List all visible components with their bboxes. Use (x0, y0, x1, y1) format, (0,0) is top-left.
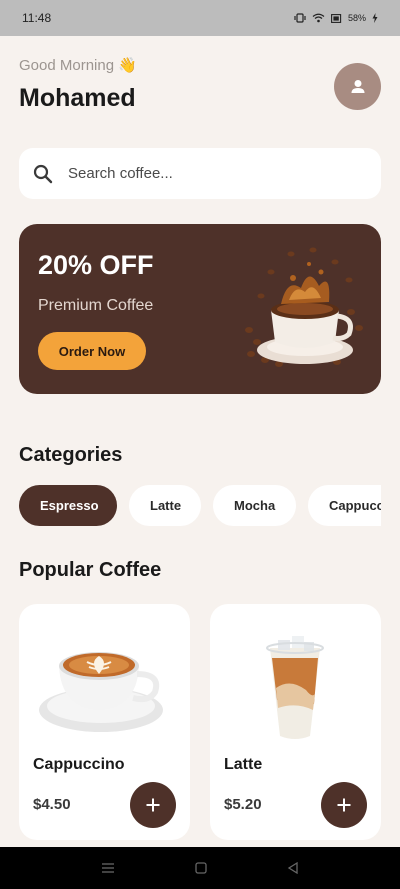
battery-percent: 58% (347, 13, 366, 23)
promo-subtitle: Premium Coffee (38, 297, 154, 314)
order-now-button[interactable]: Order Now (38, 332, 146, 370)
add-to-cart-button[interactable] (321, 782, 367, 828)
category-chip-cappuccino[interactable]: Cappuccino (308, 485, 381, 526)
plus-icon (146, 798, 160, 812)
search-bar[interactable] (19, 148, 381, 199)
product-price: $5.20 (224, 796, 262, 813)
back-icon[interactable] (287, 862, 299, 874)
product-card-cappuccino[interactable]: Cappuccino $4.50 (19, 604, 190, 840)
coffee-splash-image (245, 247, 363, 367)
system-nav-bar (0, 847, 400, 889)
status-time: 11:48 (22, 11, 52, 25)
charging-icon (372, 13, 378, 23)
product-price: $4.50 (33, 796, 71, 813)
vibrate-icon (294, 13, 306, 23)
profile-avatar[interactable] (334, 63, 381, 110)
categories-title: Categories (19, 444, 123, 466)
search-icon (31, 162, 55, 186)
user-name: Mohamed (19, 84, 136, 112)
plus-icon (337, 798, 351, 812)
person-icon (351, 79, 364, 93)
promo-banner[interactable]: 20% OFF Premium Coffee Order Now (19, 224, 381, 394)
popular-coffee-title: Popular Coffee (19, 559, 162, 581)
category-chip-latte[interactable]: Latte (129, 485, 201, 526)
menu-icon[interactable] (101, 862, 115, 874)
home-icon[interactable] (195, 862, 207, 874)
category-chip-espresso[interactable]: Espresso (19, 485, 117, 526)
status-icons: 58% (294, 13, 378, 23)
battery-icon (331, 13, 342, 23)
add-to-cart-button[interactable] (130, 782, 176, 828)
product-card-latte[interactable]: Latte $5.20 (210, 604, 381, 840)
cappuccino-image (39, 652, 163, 732)
category-chip-mocha[interactable]: Mocha (213, 485, 296, 526)
search-input[interactable] (68, 165, 348, 182)
status-bar: 11:48 58% (0, 0, 400, 36)
category-chips: Espresso Latte Mocha Cappuccino (19, 485, 381, 527)
product-name: Cappuccino (33, 756, 125, 773)
iced-latte-image (266, 636, 324, 739)
wifi-icon (312, 13, 325, 23)
greeting-text: Good Morning 👋 (19, 57, 137, 74)
product-name: Latte (224, 756, 263, 773)
promo-title: 20% OFF (38, 250, 154, 280)
